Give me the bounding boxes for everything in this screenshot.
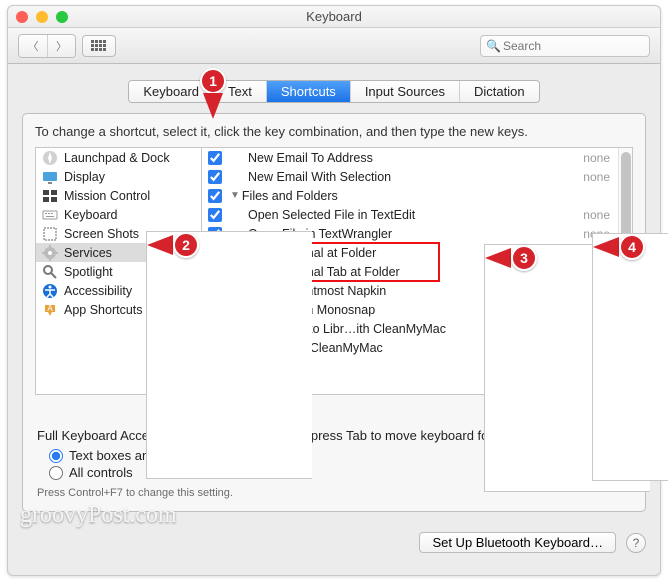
category-list[interactable]: Launchpad & DockDisplayMission ControlKe… (35, 147, 201, 395)
sidebar-item-accessibility[interactable]: Accessibility (36, 281, 201, 300)
service-row[interactable]: Add to Frontmost Napkinnone (202, 281, 618, 300)
window-title: Keyboard (68, 9, 600, 24)
search-icon: 🔍 (486, 39, 501, 53)
shortcut-value[interactable]: none (583, 303, 610, 317)
show-all-button[interactable] (82, 35, 116, 57)
svg-text:A: A (47, 304, 53, 313)
tabs-row: KeyboardTextShortcutsInput SourcesDictat… (8, 80, 660, 103)
service-row[interactable]: ▼Files and Folders (202, 186, 618, 205)
sidebar-item-keyboard[interactable]: Keyboard (36, 205, 201, 224)
titlebar: Keyboard (8, 6, 660, 28)
checkbox[interactable] (208, 246, 222, 260)
sidebar-item-services[interactable]: Services (36, 243, 201, 262)
launchpad-icon (42, 150, 58, 166)
checkbox[interactable] (208, 227, 222, 241)
forward-button[interactable]: 〉 (47, 35, 75, 57)
spotlight-icon (42, 264, 58, 280)
checkbox[interactable] (208, 208, 222, 222)
bottom-bar: Set Up Bluetooth Keyboard… ? (8, 522, 660, 563)
minimize-icon[interactable] (36, 11, 48, 23)
shortcut-value[interactable]: none (583, 322, 610, 336)
search-input[interactable] (480, 35, 650, 57)
help-button[interactable]: ? (626, 533, 646, 553)
sidebar-item-spotlight[interactable]: Spotlight (36, 262, 201, 281)
instruction-text: To change a shortcut, select it, click t… (23, 124, 645, 147)
shortcut-value[interactable]: none (583, 170, 610, 184)
shortcut-value[interactable]: none (583, 227, 610, 241)
service-row[interactable]: Clean with CleanMyMacnone (202, 338, 618, 357)
setup-bluetooth-button[interactable]: Set Up Bluetooth Keyboard… (419, 532, 616, 553)
service-row[interactable] (202, 357, 618, 376)
tab-dictation[interactable]: Dictation (460, 81, 539, 102)
services-list-container: New Email To AddressnoneNew Email With S… (201, 147, 633, 395)
nav-group: 〈 〉 (18, 34, 76, 58)
scroll-thumb[interactable] (621, 152, 631, 262)
split-view: Launchpad & DockDisplayMission ControlKe… (23, 147, 645, 395)
keyboard-access-section: Full Keyboard Access: In windows and dia… (23, 426, 645, 499)
back-button[interactable]: 〈 (19, 35, 47, 57)
checkbox[interactable] (208, 151, 222, 165)
services-list[interactable]: New Email To AddressnoneNew Email With S… (202, 148, 618, 394)
checkbox[interactable] (208, 303, 222, 317)
checkbox[interactable] (208, 341, 222, 355)
accessibility-icon (42, 283, 58, 299)
shortcut-value[interactable]: none (583, 208, 610, 222)
tab-text[interactable]: Text (214, 81, 267, 102)
tab-input-sources[interactable]: Input Sources (351, 81, 460, 102)
service-row[interactable]: New Email To Addressnone (202, 148, 618, 167)
keyboard-icon (42, 207, 58, 223)
shortcut-value[interactable]: none (583, 341, 610, 355)
sidebar-item-app-shortcuts[interactable]: AApp Shortcuts (36, 300, 201, 319)
restore-defaults-button[interactable]: Restore Defaults (508, 405, 631, 426)
radio-text-boxes[interactable]: Text boxes and lists only (49, 447, 631, 464)
checkbox[interactable] (208, 170, 222, 184)
access-heading: Full Keyboard Access: In windows and dia… (37, 428, 631, 443)
services-icon (42, 245, 58, 261)
shortcuts-panel: To change a shortcut, select it, click t… (22, 113, 646, 512)
service-row[interactable]: Upload with Monosnapnone (202, 300, 618, 319)
preferences-window: Keyboard 〈 〉 🔍 KeyboardTextShortcutsInpu… (7, 5, 661, 576)
shortcut-value[interactable]: none (583, 265, 610, 279)
service-row[interactable]: New Email With Selectionnone (202, 167, 618, 186)
disclosure-triangle-icon[interactable]: ▼ (230, 190, 240, 201)
traffic-lights (16, 11, 68, 23)
close-icon[interactable] (16, 11, 28, 23)
sidebar-item-screen-shots[interactable]: Screen Shots (36, 224, 201, 243)
mission-icon (42, 188, 58, 204)
segmented-control: KeyboardTextShortcutsInput SourcesDictat… (128, 80, 539, 103)
radio-all-controls[interactable]: All controls (49, 464, 631, 481)
checkbox[interactable] (208, 189, 222, 203)
appshortcuts-icon: A (42, 302, 58, 318)
access-hint: Press Control+F7 to change this setting. (37, 487, 631, 499)
service-row[interactable]: Clean iPhoto Libr…ith CleanMyMacnone (202, 319, 618, 338)
service-row[interactable]: Open Selected File in TextEditnone (202, 205, 618, 224)
tab-shortcuts[interactable]: Shortcuts (267, 81, 351, 102)
display-icon (42, 169, 58, 185)
screenshot-icon (42, 226, 58, 242)
service-row[interactable]: Open File in TextWranglernone (202, 224, 618, 243)
checkbox[interactable] (208, 284, 222, 298)
sidebar-item-mission-control[interactable]: Mission Control (36, 186, 201, 205)
service-row[interactable]: New Terminal Tab at Foldernone (202, 262, 618, 281)
scrollbar[interactable] (618, 148, 632, 394)
shortcut-value[interactable]: none (583, 151, 610, 165)
checkbox[interactable] (208, 322, 222, 336)
zoom-icon[interactable] (56, 11, 68, 23)
tab-keyboard[interactable]: Keyboard (129, 81, 214, 102)
shortcut-value[interactable]: none (583, 284, 610, 298)
sidebar-item-launchpad-dock[interactable]: Launchpad & Dock (36, 148, 201, 167)
checkbox[interactable] (208, 360, 222, 374)
shortcut-value[interactable]: none (583, 246, 610, 260)
search-field-wrap: 🔍 (480, 35, 650, 57)
service-row[interactable]: New Terminal at Foldernone (202, 243, 618, 262)
toolbar: 〈 〉 🔍 (8, 28, 660, 64)
checkbox[interactable] (208, 265, 222, 279)
sidebar-item-display[interactable]: Display (36, 167, 201, 186)
